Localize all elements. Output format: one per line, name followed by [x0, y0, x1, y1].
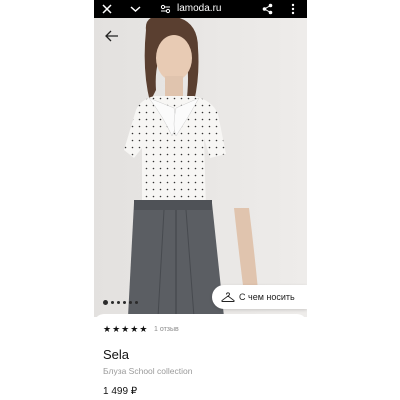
product-subtitle: Блуза School collection	[103, 366, 193, 376]
hanger-icon	[221, 291, 235, 303]
more-vertical-icon[interactable]	[288, 0, 298, 18]
share-icon[interactable]	[260, 0, 274, 18]
browser-bar: lamoda.ru	[94, 0, 307, 18]
close-icon[interactable]	[100, 0, 114, 18]
product-info-card: ★ ★ ★ ★ ★ 1 отзыв Sela Блуза School coll…	[94, 314, 307, 400]
carousel-dot[interactable]	[129, 301, 132, 304]
product-price: 1 499 ₽	[103, 386, 138, 397]
carousel-indicator	[103, 300, 138, 305]
star-icon: ★	[139, 324, 148, 334]
arrow-left-icon[interactable]	[104, 28, 120, 44]
carousel-dot[interactable]	[111, 301, 114, 304]
product-photo[interactable]: С чем носить	[94, 18, 307, 317]
url-text[interactable]: lamoda.ru	[177, 0, 221, 18]
chevron-down-icon[interactable]	[128, 0, 142, 18]
carousel-dot[interactable]	[103, 300, 108, 305]
product-image	[94, 18, 307, 317]
star-icon: ★	[121, 324, 130, 334]
star-icon: ★	[130, 324, 139, 334]
phone-screen: lamoda.ru С чем носить ★ ★ ★ ★ ★ 1 отзыв…	[94, 0, 307, 400]
carousel-dot[interactable]	[135, 301, 138, 304]
what-to-wear-button[interactable]: С чем носить	[212, 285, 307, 309]
star-icon: ★	[103, 324, 112, 334]
star-icon: ★	[112, 324, 121, 334]
carousel-dot[interactable]	[123, 301, 126, 304]
what-to-wear-label: С чем носить	[239, 292, 295, 302]
rating-stars[interactable]: ★ ★ ★ ★ ★	[103, 325, 147, 334]
carousel-dot[interactable]	[117, 301, 120, 304]
tune-icon[interactable]	[158, 0, 172, 18]
reviews-link[interactable]: 1 отзыв	[154, 326, 179, 333]
brand-name[interactable]: Sela	[103, 347, 129, 362]
